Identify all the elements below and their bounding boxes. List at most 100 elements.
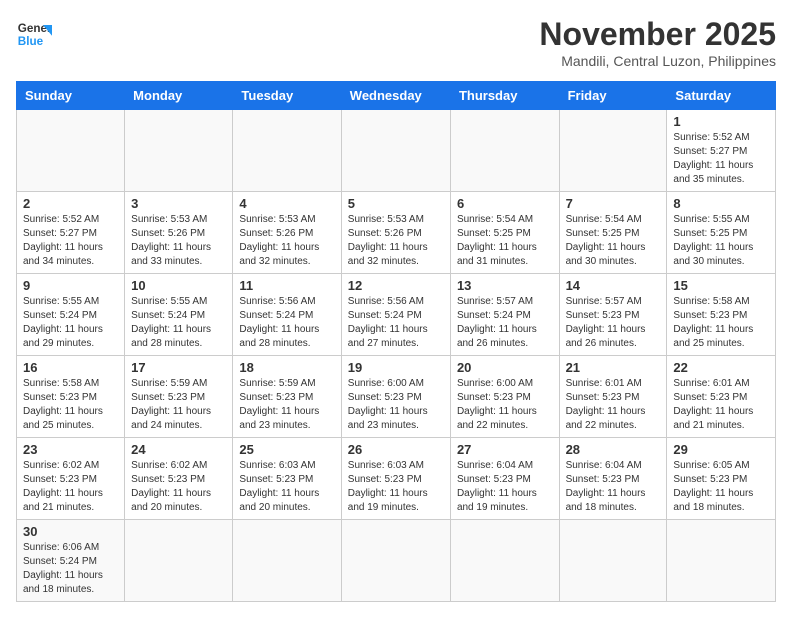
day-number: 13 bbox=[457, 278, 553, 293]
calendar-cell bbox=[667, 520, 776, 602]
calendar-cell bbox=[450, 520, 559, 602]
calendar-cell bbox=[450, 110, 559, 192]
calendar-cell: 2 Sunrise: 5:52 AM Sunset: 5:27 PM Daylig… bbox=[17, 192, 125, 274]
calendar-week-row-5: 30 Sunrise: 6:06 AM Sunset: 5:24 PM Dayli… bbox=[17, 520, 776, 602]
day-info: Sunrise: 5:55 AM Sunset: 5:25 PM Dayligh… bbox=[673, 213, 769, 269]
day-number: 19 bbox=[348, 360, 444, 375]
day-number: 15 bbox=[673, 278, 769, 293]
calendar-cell bbox=[17, 110, 125, 192]
day-number: 29 bbox=[673, 442, 769, 457]
calendar-cell: 24 Sunrise: 6:02 AM Sunset: 5:23 PM Dayli… bbox=[125, 438, 233, 520]
calendar-cell bbox=[125, 110, 233, 192]
calendar-week-row-3: 16 Sunrise: 5:58 AM Sunset: 5:23 PM Dayli… bbox=[17, 356, 776, 438]
day-number: 2 bbox=[23, 196, 118, 211]
day-number: 5 bbox=[348, 196, 444, 211]
calendar-cell: 7Sunrise: 5:54 AM Sunset: 5:25 PM Daylig… bbox=[559, 192, 667, 274]
calendar-cell: 30 Sunrise: 6:06 AM Sunset: 5:24 PM Dayli… bbox=[17, 520, 125, 602]
calendar-cell: 28Sunrise: 6:04 AM Sunset: 5:23 PM Dayli… bbox=[559, 438, 667, 520]
month-title: November 2025 bbox=[539, 16, 776, 53]
day-number: 30 bbox=[23, 524, 118, 539]
calendar-cell bbox=[559, 110, 667, 192]
day-info: Sunrise: 5:55 AM Sunset: 5:24 PM Dayligh… bbox=[23, 295, 118, 351]
day-info: Sunrise: 5:59 AM Sunset: 5:23 PM Dayligh… bbox=[239, 377, 334, 433]
day-info: Sunrise: 6:01 AM Sunset: 5:23 PM Dayligh… bbox=[566, 377, 661, 433]
logo: General Blue bbox=[16, 16, 52, 52]
calendar-week-row-0: 1 Sunrise: 5:52 AM Sunset: 5:27 PM Daylig… bbox=[17, 110, 776, 192]
calendar-week-row-1: 2 Sunrise: 5:52 AM Sunset: 5:27 PM Daylig… bbox=[17, 192, 776, 274]
calendar-cell bbox=[233, 110, 341, 192]
day-info: Sunrise: 5:59 AM Sunset: 5:23 PM Dayligh… bbox=[131, 377, 226, 433]
calendar-cell: 21 Sunrise: 6:01 AM Sunset: 5:23 PM Dayli… bbox=[559, 356, 667, 438]
day-number: 24 bbox=[131, 442, 226, 457]
day-info: Sunrise: 6:04 AM Sunset: 5:23 PM Dayligh… bbox=[566, 459, 661, 515]
calendar-cell: 9 Sunrise: 5:55 AM Sunset: 5:24 PM Daylig… bbox=[17, 274, 125, 356]
location-title: Mandili, Central Luzon, Philippines bbox=[539, 53, 776, 69]
calendar-cell: 26Sunrise: 6:03 AM Sunset: 5:23 PM Dayli… bbox=[341, 438, 450, 520]
calendar-cell: 13Sunrise: 5:57 AM Sunset: 5:24 PM Dayli… bbox=[450, 274, 559, 356]
day-number: 10 bbox=[131, 278, 226, 293]
calendar-cell: 1 Sunrise: 5:52 AM Sunset: 5:27 PM Daylig… bbox=[667, 110, 776, 192]
calendar-cell: 14 Sunrise: 5:57 AM Sunset: 5:23 PM Dayli… bbox=[559, 274, 667, 356]
day-number: 6 bbox=[457, 196, 553, 211]
calendar-cell bbox=[125, 520, 233, 602]
day-number: 1 bbox=[673, 114, 769, 129]
calendar-week-row-2: 9 Sunrise: 5:55 AM Sunset: 5:24 PM Daylig… bbox=[17, 274, 776, 356]
day-number: 25 bbox=[239, 442, 334, 457]
weekday-header-saturday: Saturday bbox=[667, 82, 776, 110]
day-info: Sunrise: 5:52 AM Sunset: 5:27 PM Dayligh… bbox=[673, 131, 769, 187]
weekday-header-sunday: Sunday bbox=[17, 82, 125, 110]
calendar-cell: 22 Sunrise: 6:01 AM Sunset: 5:23 PM Dayli… bbox=[667, 356, 776, 438]
day-info: Sunrise: 6:03 AM Sunset: 5:23 PM Dayligh… bbox=[239, 459, 334, 515]
calendar-cell: 18 Sunrise: 5:59 AM Sunset: 5:23 PM Dayli… bbox=[233, 356, 341, 438]
weekday-header-friday: Friday bbox=[559, 82, 667, 110]
day-info: Sunrise: 5:55 AM Sunset: 5:24 PM Dayligh… bbox=[131, 295, 226, 351]
day-number: 4 bbox=[239, 196, 334, 211]
calendar-cell: 27Sunrise: 6:04 AM Sunset: 5:23 PM Dayli… bbox=[450, 438, 559, 520]
day-info: Sunrise: 6:04 AM Sunset: 5:23 PM Dayligh… bbox=[457, 459, 553, 515]
day-info: Sunrise: 5:53 AM Sunset: 5:26 PM Dayligh… bbox=[239, 213, 334, 269]
day-info: Sunrise: 6:03 AM Sunset: 5:23 PM Dayligh… bbox=[348, 459, 444, 515]
day-number: 23 bbox=[23, 442, 118, 457]
day-number: 9 bbox=[23, 278, 118, 293]
calendar-cell: 25 Sunrise: 6:03 AM Sunset: 5:23 PM Dayli… bbox=[233, 438, 341, 520]
day-number: 16 bbox=[23, 360, 118, 375]
day-info: Sunrise: 6:00 AM Sunset: 5:23 PM Dayligh… bbox=[457, 377, 553, 433]
calendar-cell: 23 Sunrise: 6:02 AM Sunset: 5:23 PM Dayli… bbox=[17, 438, 125, 520]
day-info: Sunrise: 5:53 AM Sunset: 5:26 PM Dayligh… bbox=[348, 213, 444, 269]
calendar-cell: 8 Sunrise: 5:55 AM Sunset: 5:25 PM Daylig… bbox=[667, 192, 776, 274]
day-info: Sunrise: 5:58 AM Sunset: 5:23 PM Dayligh… bbox=[23, 377, 118, 433]
day-number: 7 bbox=[566, 196, 661, 211]
day-info: Sunrise: 6:02 AM Sunset: 5:23 PM Dayligh… bbox=[131, 459, 226, 515]
svg-text:Blue: Blue bbox=[18, 35, 44, 48]
day-number: 18 bbox=[239, 360, 334, 375]
calendar-cell bbox=[233, 520, 341, 602]
day-info: Sunrise: 6:01 AM Sunset: 5:23 PM Dayligh… bbox=[673, 377, 769, 433]
day-number: 14 bbox=[566, 278, 661, 293]
calendar-cell: 6Sunrise: 5:54 AM Sunset: 5:25 PM Daylig… bbox=[450, 192, 559, 274]
calendar-cell: 29Sunrise: 6:05 AM Sunset: 5:23 PM Dayli… bbox=[667, 438, 776, 520]
day-info: Sunrise: 5:56 AM Sunset: 5:24 PM Dayligh… bbox=[239, 295, 334, 351]
day-number: 21 bbox=[566, 360, 661, 375]
calendar-cell: 17 Sunrise: 5:59 AM Sunset: 5:23 PM Dayli… bbox=[125, 356, 233, 438]
calendar-cell: 10 Sunrise: 5:55 AM Sunset: 5:24 PM Dayli… bbox=[125, 274, 233, 356]
calendar-cell: 4 Sunrise: 5:53 AM Sunset: 5:26 PM Daylig… bbox=[233, 192, 341, 274]
day-info: Sunrise: 5:58 AM Sunset: 5:23 PM Dayligh… bbox=[673, 295, 769, 351]
day-info: Sunrise: 5:52 AM Sunset: 5:27 PM Dayligh… bbox=[23, 213, 118, 269]
day-number: 22 bbox=[673, 360, 769, 375]
day-info: Sunrise: 6:06 AM Sunset: 5:24 PM Dayligh… bbox=[23, 541, 118, 597]
day-info: Sunrise: 5:57 AM Sunset: 5:23 PM Dayligh… bbox=[566, 295, 661, 351]
calendar-cell bbox=[341, 520, 450, 602]
calendar-cell: 11Sunrise: 5:56 AM Sunset: 5:24 PM Dayli… bbox=[233, 274, 341, 356]
weekday-header-thursday: Thursday bbox=[450, 82, 559, 110]
weekday-header-tuesday: Tuesday bbox=[233, 82, 341, 110]
day-number: 12 bbox=[348, 278, 444, 293]
logo-icon: General Blue bbox=[16, 16, 52, 52]
calendar-cell bbox=[559, 520, 667, 602]
day-number: 17 bbox=[131, 360, 226, 375]
day-info: Sunrise: 6:02 AM Sunset: 5:23 PM Dayligh… bbox=[23, 459, 118, 515]
calendar-cell: 16 Sunrise: 5:58 AM Sunset: 5:23 PM Dayli… bbox=[17, 356, 125, 438]
title-area: November 2025 Mandili, Central Luzon, Ph… bbox=[539, 16, 776, 69]
day-number: 8 bbox=[673, 196, 769, 211]
calendar-cell: 20Sunrise: 6:00 AM Sunset: 5:23 PM Dayli… bbox=[450, 356, 559, 438]
header: General Blue November 2025 Mandili, Cent… bbox=[16, 16, 776, 69]
